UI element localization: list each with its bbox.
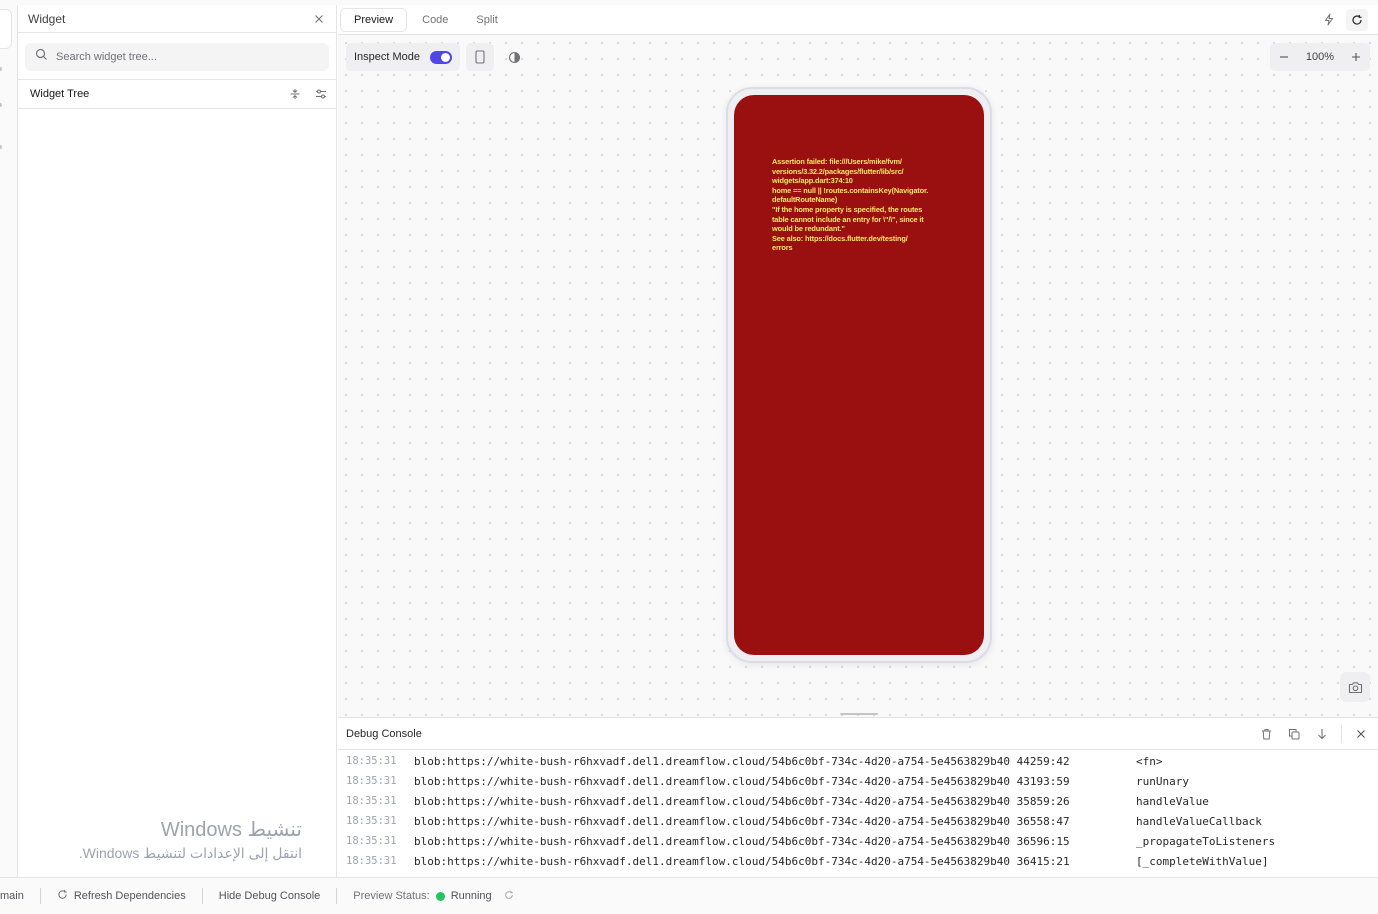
inspect-mode-control: Inspect Mode xyxy=(346,43,461,71)
log-function: handleValueCallback xyxy=(1136,814,1262,828)
log-timestamp: 18:35:31 xyxy=(346,855,397,867)
windows-activation-watermark: تنشيط Windows انتقل إلى الإعدادات لتنشيط… xyxy=(79,817,302,863)
rail-active-tab[interactable] xyxy=(0,9,12,49)
view-tabs: Preview Code Split xyxy=(338,5,1378,35)
log-function: _propagateToListeners xyxy=(1136,834,1276,848)
branch-name: main xyxy=(0,890,24,902)
device-frame: Assertion failed: file:///Users/mike/fvm… xyxy=(726,87,992,663)
console-actions-divider xyxy=(1341,724,1342,743)
refresh-deps-icon xyxy=(57,889,68,903)
status-bar: main Refresh Dependencies Hide Debug Con… xyxy=(0,877,1378,914)
rail-dot xyxy=(0,67,2,71)
log-function: handleValue xyxy=(1136,794,1209,808)
log-source-link[interactable]: blob:https://white-bush-r6hxvadf.del1.dr… xyxy=(414,835,1136,848)
zoom-out-button[interactable] xyxy=(1270,43,1298,71)
device-phone-icon[interactable] xyxy=(466,43,495,71)
filter-settings-icon[interactable] xyxy=(312,85,330,103)
console-resize-handle[interactable] xyxy=(840,713,878,715)
debug-console-header: Debug Console xyxy=(338,718,1378,750)
log-source-link[interactable]: blob:https://white-bush-r6hxvadf.del1.dr… xyxy=(414,755,1136,768)
log-row: 18:35:31 blob:https://white-bush-r6hxvad… xyxy=(338,791,1378,811)
flutter-error-message: Assertion failed: file:///Users/mike/fvm… xyxy=(772,157,929,253)
zoom-level: 100% xyxy=(1305,51,1335,63)
trash-icon[interactable] xyxy=(1257,725,1275,743)
left-rail xyxy=(0,5,18,877)
refresh-dependencies-label: Refresh Dependencies xyxy=(73,890,186,902)
refresh-dependencies-button[interactable]: Refresh Dependencies xyxy=(41,889,202,903)
tab-split[interactable]: Split xyxy=(463,9,510,31)
log-source-link[interactable]: blob:https://white-bush-r6hxvadf.del1.dr… xyxy=(414,815,1136,828)
widget-tree-title: Widget Tree xyxy=(30,88,90,100)
camera-icon[interactable] xyxy=(1340,672,1370,702)
rail-dot xyxy=(0,145,2,149)
console-log-list: 18:35:31 blob:https://white-bush-r6hxvad… xyxy=(338,751,1378,871)
device-screen[interactable]: Assertion failed: file:///Users/mike/fvm… xyxy=(734,95,984,655)
tab-code[interactable]: Code xyxy=(409,9,461,31)
log-source-link[interactable]: blob:https://white-bush-r6hxvadf.del1.dr… xyxy=(414,855,1136,868)
preview-canvas: Inspect Mode 100% Assertion failed: file… xyxy=(338,35,1378,717)
close-icon[interactable] xyxy=(310,10,328,28)
preview-status-label: Preview Status: xyxy=(353,890,430,902)
widget-search-wrap xyxy=(18,33,336,80)
branch-indicator[interactable]: main xyxy=(0,890,40,902)
hide-debug-console-button[interactable]: Hide Debug Console xyxy=(203,890,337,902)
zoom-in-button[interactable] xyxy=(1342,43,1370,71)
close-console-icon[interactable] xyxy=(1352,725,1370,743)
widget-search-box[interactable] xyxy=(25,43,329,71)
search-icon xyxy=(35,48,48,66)
log-timestamp: 18:35:31 xyxy=(346,775,397,787)
copy-icon[interactable] xyxy=(1285,725,1303,743)
log-function: [_completeWithValue] xyxy=(1136,854,1269,868)
status-dot xyxy=(435,891,445,901)
hide-debug-console-label: Hide Debug Console xyxy=(218,890,321,902)
widget-panel-header: Widget xyxy=(18,5,336,33)
theme-toggle-icon[interactable] xyxy=(500,43,528,71)
preview-status-value: Running xyxy=(450,890,492,902)
collapse-all-icon[interactable] xyxy=(286,85,304,103)
log-row: 18:35:31 blob:https://white-bush-r6hxvad… xyxy=(338,751,1378,771)
log-row: 18:35:31 blob:https://white-bush-r6hxvad… xyxy=(338,831,1378,851)
sync-icon[interactable] xyxy=(504,890,514,903)
inspect-mode-label: Inspect Mode xyxy=(354,51,421,63)
debug-console: Debug Console 18:35:31 blob:https://whit… xyxy=(338,717,1378,877)
preview-status: Preview Status: Running xyxy=(337,890,529,903)
log-row: 18:35:31 blob:https://white-bush-r6hxvad… xyxy=(338,811,1378,831)
widget-panel-title: Widget xyxy=(28,11,66,26)
log-source-link[interactable]: blob:https://white-bush-r6hxvadf.del1.dr… xyxy=(414,775,1136,788)
tab-preview[interactable]: Preview xyxy=(340,7,408,32)
log-timestamp: 18:35:31 xyxy=(346,795,397,807)
rail-dot xyxy=(0,103,2,107)
debug-console-title: Debug Console xyxy=(346,727,422,740)
watermark-title: تنشيط Windows xyxy=(160,819,302,841)
widget-tree-header: Widget Tree xyxy=(18,80,336,109)
log-source-link[interactable]: blob:https://white-bush-r6hxvadf.del1.dr… xyxy=(414,795,1136,808)
inspect-mode-toggle[interactable] xyxy=(430,50,453,64)
watermark-subtitle: انتقل إلى الإعدادات لتنشيط Windows. xyxy=(78,845,302,861)
lightning-icon[interactable] xyxy=(1318,9,1340,31)
log-timestamp: 18:35:31 xyxy=(346,755,397,767)
arrow-down-icon[interactable] xyxy=(1313,725,1331,743)
log-timestamp: 18:35:31 xyxy=(346,815,397,827)
widget-search-input[interactable] xyxy=(56,51,316,63)
log-timestamp: 18:35:31 xyxy=(346,835,397,847)
preview-toolbar: Inspect Mode xyxy=(346,43,528,71)
widget-panel: Widget Widget Tree تنشيط Windows انتقل إ… xyxy=(18,5,337,877)
main-area: Preview Code Split Inspect Mode 100% Ass… xyxy=(338,5,1378,717)
log-row: 18:35:31 blob:https://white-bush-r6hxvad… xyxy=(338,771,1378,791)
zoom-control: 100% xyxy=(1270,43,1370,71)
log-function: runUnary xyxy=(1136,774,1189,788)
log-row: 18:35:31 blob:https://white-bush-r6hxvad… xyxy=(338,851,1378,871)
log-function: <fn> xyxy=(1136,754,1163,768)
refresh-icon[interactable] xyxy=(1346,8,1368,31)
